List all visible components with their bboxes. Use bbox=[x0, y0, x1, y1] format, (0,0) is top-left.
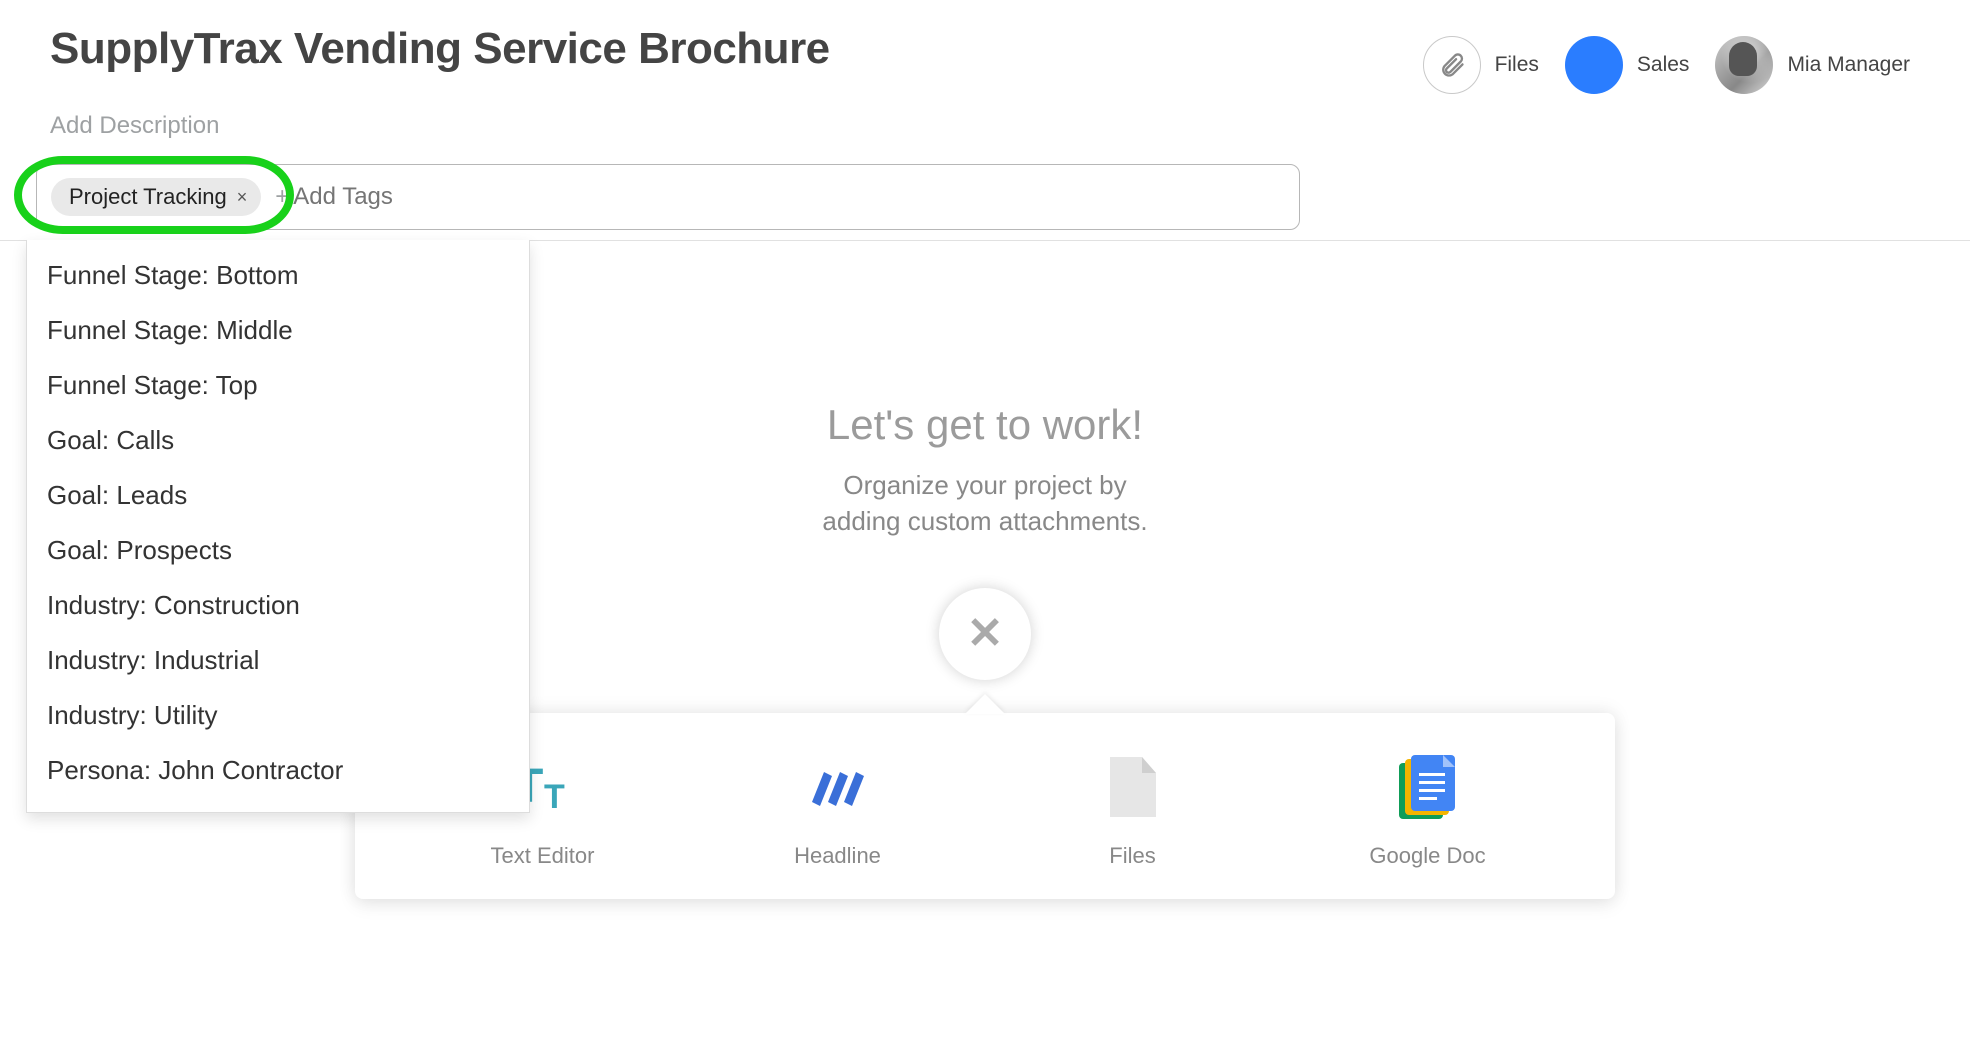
attachment-option-google-doc[interactable]: Google Doc bbox=[1328, 753, 1528, 869]
sales-label: Sales bbox=[1637, 53, 1690, 77]
files-label: Files bbox=[1495, 53, 1539, 77]
sales-circle-icon bbox=[1565, 36, 1623, 94]
user-name-label: Mia Manager bbox=[1787, 53, 1910, 77]
tags-input-container[interactable]: Project Tracking × + bbox=[36, 164, 1300, 230]
tag-suggestion-item[interactable]: Funnel Stage: Middle bbox=[27, 303, 529, 358]
tag-suggestions-dropdown: Funnel Stage: Bottom Funnel Stage: Middl… bbox=[26, 240, 530, 813]
attachment-label: Text Editor bbox=[491, 843, 595, 869]
add-tag-input[interactable] bbox=[293, 183, 1285, 211]
headline-icon bbox=[803, 753, 873, 823]
close-icon: ✕ bbox=[967, 608, 1004, 659]
page-root: SupplyTrax Vending Service Brochure File… bbox=[0, 0, 1970, 941]
tag-remove-icon[interactable]: × bbox=[237, 187, 248, 208]
attachment-label: Headline bbox=[794, 843, 881, 869]
project-title[interactable]: SupplyTrax Vending Service Brochure bbox=[50, 24, 830, 74]
tag-chip-project-tracking[interactable]: Project Tracking × bbox=[51, 178, 261, 216]
tags-row: Project Tracking × + bbox=[0, 140, 1970, 230]
google-doc-icon bbox=[1393, 753, 1463, 823]
tag-suggestion-item[interactable]: Industry: Construction bbox=[27, 578, 529, 633]
files-button[interactable]: Files bbox=[1423, 36, 1539, 94]
user-avatar-icon bbox=[1715, 36, 1773, 94]
header-right-group: Files Sales Mia Manager bbox=[1423, 24, 1930, 94]
close-attachments-button[interactable]: ✕ bbox=[939, 588, 1031, 680]
attachment-option-files[interactable]: Files bbox=[1033, 753, 1233, 869]
tag-suggestion-item[interactable]: Funnel Stage: Top bbox=[27, 358, 529, 413]
tag-suggestion-item[interactable]: Goal: Prospects bbox=[27, 523, 529, 578]
tag-suggestion-item[interactable]: Goal: Calls bbox=[27, 413, 529, 468]
description-field[interactable]: Add Description bbox=[0, 94, 1970, 140]
page-header: SupplyTrax Vending Service Brochure File… bbox=[0, 0, 1970, 94]
tag-chip-label: Project Tracking bbox=[69, 184, 227, 210]
file-icon bbox=[1098, 753, 1168, 823]
tag-suggestion-item[interactable]: Goal: Leads bbox=[27, 468, 529, 523]
tag-suggestion-item[interactable]: Funnel Stage: Bottom bbox=[27, 248, 529, 303]
svg-text:T: T bbox=[544, 778, 565, 816]
paperclip-icon bbox=[1423, 36, 1481, 94]
add-tag-plus-icon: + bbox=[275, 183, 289, 211]
tag-suggestion-item[interactable]: Persona: John Contractor bbox=[27, 743, 529, 798]
sales-button[interactable]: Sales bbox=[1565, 36, 1690, 94]
attachment-type-panel: T T Text Editor bbox=[355, 713, 1615, 899]
attachment-option-headline[interactable]: Headline bbox=[738, 753, 938, 869]
attachment-label: Files bbox=[1109, 843, 1155, 869]
panel-caret-icon bbox=[965, 694, 1005, 714]
user-menu[interactable]: Mia Manager bbox=[1715, 36, 1910, 94]
tag-suggestion-item[interactable]: Industry: Utility bbox=[27, 688, 529, 743]
attachment-label: Google Doc bbox=[1369, 843, 1485, 869]
tag-suggestion-item[interactable]: Industry: Industrial bbox=[27, 633, 529, 688]
description-placeholder: Add Description bbox=[50, 112, 219, 139]
